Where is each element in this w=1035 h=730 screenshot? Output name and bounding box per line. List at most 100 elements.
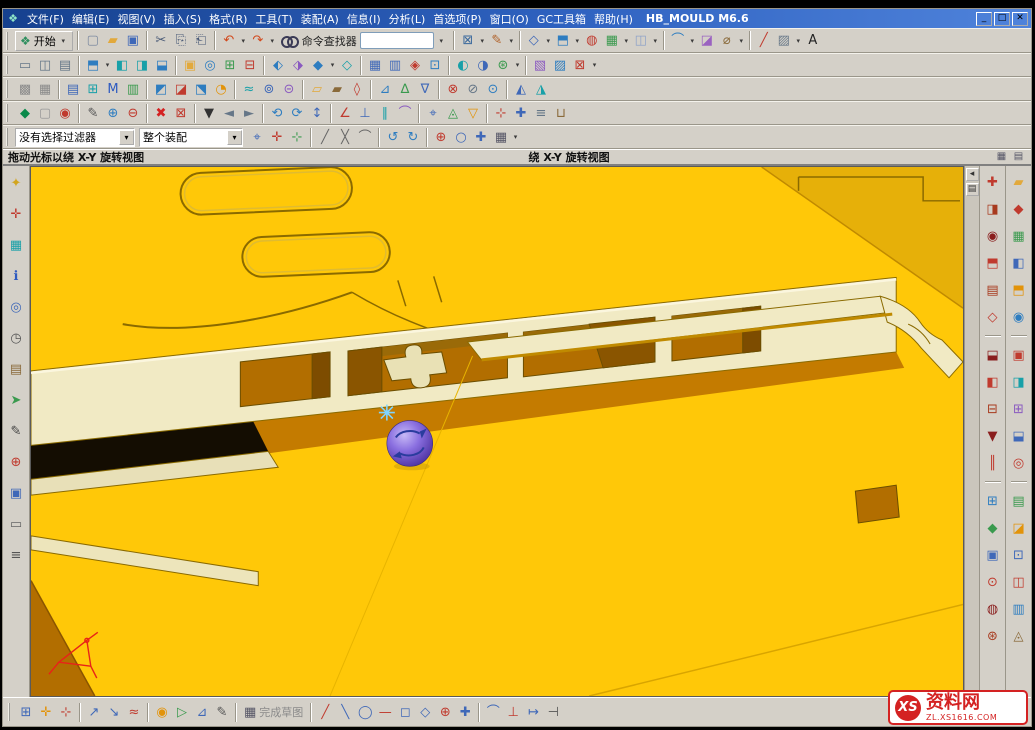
cad-tool-icon[interactable]: ⊝	[279, 79, 299, 99]
cad-tool-icon[interactable]: ✚	[511, 103, 531, 123]
cad-tool-icon[interactable]: ✚	[455, 702, 475, 722]
chevron-down-icon[interactable]: ▾	[437, 37, 446, 45]
cad-tool-icon[interactable]: ▥	[123, 79, 143, 99]
menu-insert[interactable]: 插入(S)	[160, 11, 206, 27]
cad-tool-icon[interactable]: ⊡	[1009, 545, 1029, 565]
menu-window[interactable]: 窗口(O)	[486, 11, 533, 27]
toolbar-grip[interactable]	[6, 128, 11, 146]
cad-tool-icon[interactable]: ╳	[335, 127, 355, 147]
cad-tool-icon[interactable]: ∠	[335, 103, 355, 123]
cad-tool-icon[interactable]: ∥	[375, 103, 395, 123]
cad-tool-icon[interactable]: ◇	[415, 702, 435, 722]
cad-tool-icon[interactable]: ◬	[1009, 626, 1029, 646]
dropdown-arrow-icon[interactable]: ▾	[622, 37, 631, 45]
pattern-feature-icon[interactable]: ▦	[602, 31, 622, 51]
panel-grid-icon[interactable]: ▤	[966, 183, 979, 196]
cad-tool-icon[interactable]: ◪	[1009, 518, 1029, 538]
redo-icon[interactable]: ↷	[248, 31, 268, 51]
cad-tool-icon[interactable]: ⬒	[83, 55, 103, 75]
cad-tool-icon[interactable]: ⬒	[1009, 280, 1029, 300]
cad-tool-icon[interactable]: ◆	[983, 518, 1003, 538]
minimize-panel-icon[interactable]: ▭	[6, 514, 26, 534]
cad-tool-icon[interactable]: ║	[983, 453, 1003, 473]
cad-tool-icon[interactable]: ▥	[385, 55, 405, 75]
selection-scope-combo[interactable]: 整个装配 ▾	[139, 128, 243, 147]
cad-tool-icon[interactable]: ⊙	[483, 79, 503, 99]
cad-tool-icon[interactable]: ▷	[172, 702, 192, 722]
dropdown-arrow-icon[interactable]: ▾	[573, 37, 582, 45]
cad-tool-icon[interactable]: ◧	[983, 372, 1003, 392]
maximize-button[interactable]: □	[994, 12, 1010, 26]
cad-tool-icon[interactable]: ⌒	[483, 702, 503, 722]
cad-tool-icon[interactable]: ⌒	[355, 127, 375, 147]
cad-tool-icon[interactable]: ►	[239, 103, 259, 123]
cad-tool-icon[interactable]: ⌒	[395, 103, 415, 123]
cad-tool-icon[interactable]: ◧	[112, 55, 132, 75]
dropdown-arrow-icon[interactable]: ▾	[511, 133, 520, 141]
cad-tool-icon[interactable]: ✚	[983, 172, 1003, 192]
cad-tool-icon[interactable]: ▢	[35, 103, 55, 123]
cad-tool-icon[interactable]: ≡	[531, 103, 551, 123]
part-navigator-icon[interactable]: ▤	[6, 359, 26, 379]
dropdown-arrow-icon[interactable]: ▾	[328, 61, 337, 69]
more-panels-icon[interactable]: ≡	[6, 545, 26, 565]
cad-tool-icon[interactable]: ⬓	[983, 345, 1003, 365]
cad-tool-icon[interactable]: ↕	[307, 103, 327, 123]
selection-filter-combo[interactable]: 没有选择过滤器 ▾	[15, 128, 135, 147]
cad-tool-icon[interactable]: ✛	[36, 702, 56, 722]
material-icon[interactable]: M	[103, 79, 123, 99]
cad-tool-icon[interactable]: ◉	[1009, 307, 1029, 327]
dropdown-arrow-icon[interactable]: ▾	[590, 61, 599, 69]
cad-tool-icon[interactable]: ◄	[219, 103, 239, 123]
cad-tool-icon[interactable]: ◪	[171, 79, 191, 99]
palette-icon[interactable]: ▣	[6, 483, 26, 503]
cad-tool-icon[interactable]: ⊣	[543, 702, 563, 722]
edge-blend-icon[interactable]: ⌒	[668, 31, 688, 51]
cad-tool-icon[interactable]: ↦	[523, 702, 543, 722]
dropdown-arrow-icon[interactable]: ▾	[513, 61, 522, 69]
cad-tool-icon[interactable]: ◔	[211, 79, 231, 99]
cad-tool-icon[interactable]: ⬓	[152, 55, 172, 75]
dropdown-arrow-icon[interactable]: ▾	[794, 37, 803, 45]
cad-tool-icon[interactable]: ◨	[1009, 372, 1029, 392]
cad-tool-icon[interactable]: ◻	[395, 702, 415, 722]
cad-tool-icon[interactable]: ✎	[212, 702, 232, 722]
cut-icon[interactable]: ✂	[151, 31, 171, 51]
cad-tool-icon[interactable]: ≈	[124, 702, 144, 722]
dropdown-arrow-icon[interactable]: ▾	[507, 37, 516, 45]
cad-tool-icon[interactable]: ⊿	[192, 702, 212, 722]
line-icon[interactable]: ╱	[754, 31, 774, 51]
roles-icon[interactable]: ✦	[6, 173, 26, 193]
cad-tool-icon[interactable]: ◬	[443, 103, 463, 123]
cad-tool-icon[interactable]: ⊗	[443, 79, 463, 99]
cad-tool-icon[interactable]: ✎	[83, 103, 103, 123]
dropdown-arrow-icon[interactable]: ▾	[688, 37, 697, 45]
delete-icon[interactable]: ✖	[151, 103, 171, 123]
reuse-library-icon[interactable]: ➤	[6, 390, 26, 410]
cad-tool-icon[interactable]: ⊙	[983, 572, 1003, 592]
cad-tool-icon[interactable]: ◐	[453, 55, 473, 75]
cad-tool-icon[interactable]: ↺	[383, 127, 403, 147]
cad-tool-icon[interactable]: ◫	[1009, 572, 1029, 592]
cad-tool-icon[interactable]: ▥	[1009, 599, 1029, 619]
cad-tool-icon[interactable]: ⊞	[983, 491, 1003, 511]
cad-tool-icon[interactable]: ▧	[530, 55, 550, 75]
cad-tool-icon[interactable]: ⬔	[191, 79, 211, 99]
cad-tool-icon[interactable]: ▰	[327, 79, 347, 99]
cad-tool-icon[interactable]: ◮	[531, 79, 551, 99]
copy-icon[interactable]: ⎘	[171, 31, 191, 51]
cad-tool-icon[interactable]: ▤	[63, 79, 83, 99]
cad-tool-icon[interactable]: ⬓	[1009, 426, 1029, 446]
datum-plane-icon[interactable]: ◇	[524, 31, 544, 51]
menu-tools[interactable]: 工具(T)	[251, 11, 296, 27]
menu-file[interactable]: 文件(F)	[23, 11, 68, 27]
menu-view[interactable]: 视图(V)	[113, 11, 159, 27]
cad-tool-icon[interactable]: ◊	[347, 79, 367, 99]
cad-tool-icon[interactable]: ⊞	[220, 55, 240, 75]
cad-tool-icon[interactable]: ◍	[983, 599, 1003, 619]
sketch-icon[interactable]: ✎	[487, 31, 507, 51]
web-browser-icon[interactable]: ⊕	[6, 452, 26, 472]
snap-point-icon[interactable]: ⌖	[247, 127, 267, 147]
assembly-navigator-icon[interactable]: ▦	[6, 235, 26, 255]
cad-tool-icon[interactable]: ⊟	[983, 399, 1003, 419]
